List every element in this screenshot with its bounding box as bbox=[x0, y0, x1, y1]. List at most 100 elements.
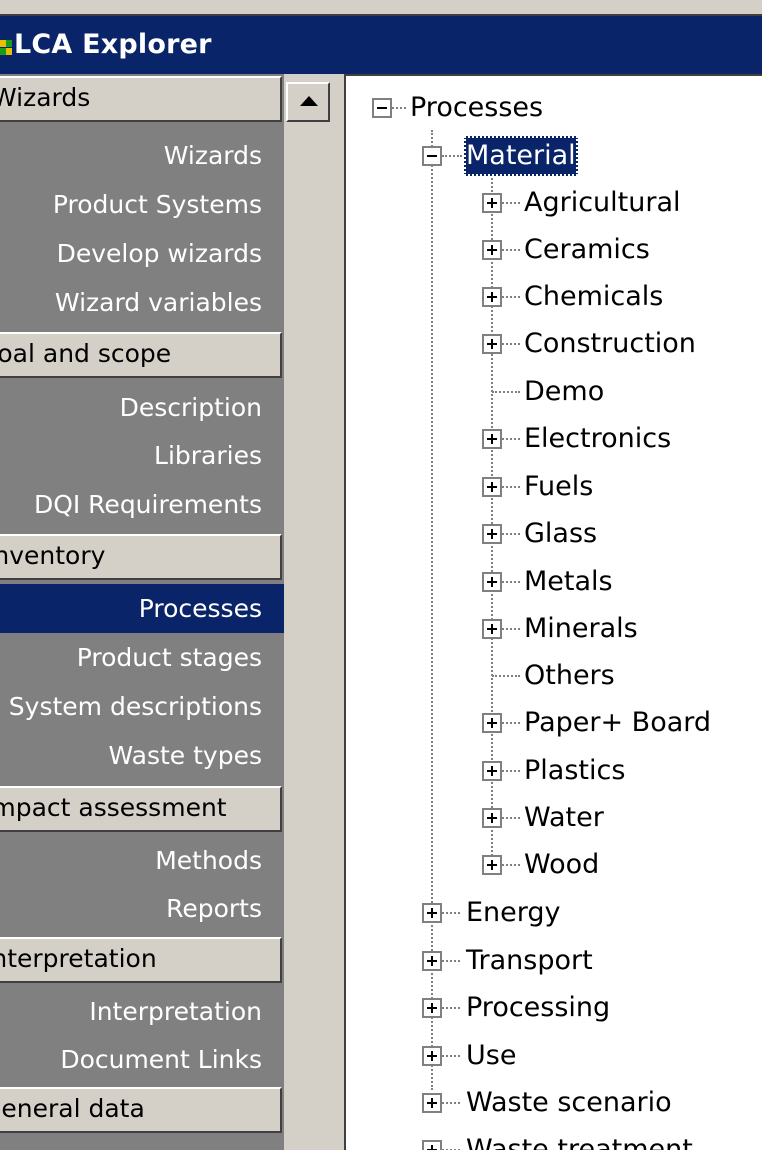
sidebar-item-product-systems[interactable]: Product Systems bbox=[0, 180, 284, 229]
expand-icon[interactable] bbox=[482, 477, 502, 497]
tree-node-use[interactable]: Use bbox=[346, 1036, 762, 1080]
tree-node-plastics[interactable]: Plastics bbox=[346, 751, 762, 795]
group-header-general-data[interactable]: General data bbox=[0, 1087, 282, 1133]
tree-node-energy[interactable]: Energy bbox=[346, 893, 762, 937]
sidebar-item-reports[interactable]: Reports bbox=[0, 884, 284, 933]
expand-icon[interactable] bbox=[482, 855, 502, 875]
tree-node-transport[interactable]: Transport bbox=[346, 941, 762, 985]
expand-icon[interactable] bbox=[482, 334, 502, 354]
tree-node-label: Minerals bbox=[524, 613, 638, 644]
tree-node-label: Glass bbox=[524, 518, 598, 549]
tree-node-label: Electronics bbox=[524, 423, 672, 454]
sidebar-item-wizard-variables[interactable]: Wizard variables bbox=[0, 278, 284, 327]
group-header-label: General data bbox=[0, 1094, 145, 1123]
tree-node-chemicals[interactable]: Chemicals bbox=[346, 277, 762, 321]
tree-node-label: Construction bbox=[524, 328, 696, 359]
tree-node-metals[interactable]: Metals bbox=[346, 562, 762, 606]
collapse-icon[interactable] bbox=[372, 98, 392, 118]
group-header-label: Goal and scope bbox=[0, 339, 172, 368]
sidebar-item-processes[interactable]: Processes bbox=[0, 584, 284, 633]
tree-node-agricultural[interactable]: Agricultural bbox=[346, 183, 762, 227]
tree-node-processing[interactable]: Processing bbox=[346, 988, 762, 1032]
tree-node-waste-scenario[interactable]: Waste scenario bbox=[346, 1083, 762, 1127]
sidebar-item-develop-wizards[interactable]: Develop wizards bbox=[0, 229, 284, 278]
expand-icon[interactable] bbox=[482, 713, 502, 733]
expand-icon[interactable] bbox=[422, 1140, 442, 1150]
tree-node-electronics[interactable]: Electronics bbox=[346, 419, 762, 463]
tree-node-material[interactable]: Material bbox=[346, 136, 762, 180]
expand-icon[interactable] bbox=[482, 524, 502, 544]
tree-node-processes[interactable]: Processes bbox=[346, 88, 762, 132]
window-frame-top bbox=[0, 0, 762, 16]
tree-node-demo[interactable]: Demo bbox=[346, 372, 762, 416]
expand-icon[interactable] bbox=[422, 951, 442, 971]
collapse-icon[interactable] bbox=[422, 146, 442, 166]
tree-node-label: Others bbox=[524, 660, 615, 691]
group-header-wizards[interactable]: Wizards bbox=[0, 76, 282, 122]
sidebar-item-libraries[interactable]: Libraries bbox=[0, 431, 284, 480]
app-icon bbox=[0, 40, 12, 56]
tree-node-label: Paper+ Board bbox=[524, 707, 712, 738]
tree-node-label: Use bbox=[466, 1040, 517, 1071]
expand-icon[interactable] bbox=[422, 1046, 442, 1066]
group-header-goal-and-scope[interactable]: Goal and scope bbox=[0, 332, 282, 378]
tree-node-label: Ceramics bbox=[524, 234, 650, 265]
expand-icon[interactable] bbox=[482, 619, 502, 639]
group-header-impact-assessment[interactable]: Impact assessment bbox=[0, 786, 282, 832]
sidebar-item-methods[interactable]: Methods bbox=[0, 836, 284, 885]
tree-node-wood[interactable]: Wood bbox=[346, 845, 762, 889]
group-header-inventory[interactable]: Inventory bbox=[0, 534, 282, 580]
expand-icon[interactable] bbox=[422, 1093, 442, 1113]
tree-node-label: Energy bbox=[466, 897, 561, 928]
expand-icon[interactable] bbox=[482, 240, 502, 260]
tree-node-waste-treatment[interactable]: Waste treatment bbox=[346, 1130, 762, 1150]
sidebar-item-description[interactable]: Description bbox=[0, 383, 284, 432]
title-bar[interactable]: LCA Explorer bbox=[0, 16, 762, 74]
scroll-up-button[interactable] bbox=[286, 82, 330, 122]
tree-node-glass[interactable]: Glass bbox=[346, 514, 762, 558]
group-header-label: Wizards bbox=[0, 83, 91, 112]
expand-icon[interactable] bbox=[482, 761, 502, 781]
tree-node-fuels[interactable]: Fuels bbox=[346, 467, 762, 511]
tree-node-label: Metals bbox=[524, 566, 613, 597]
tree-node-label: Processes bbox=[410, 92, 544, 123]
tree-node-label: Transport bbox=[466, 945, 593, 976]
tree-node-label: Waste scenario bbox=[466, 1087, 672, 1118]
expand-icon[interactable] bbox=[422, 998, 442, 1018]
expand-icon[interactable] bbox=[482, 572, 502, 592]
arrow-up-icon bbox=[300, 96, 318, 106]
sidebar-item-document-links[interactable]: Document Links bbox=[0, 1035, 284, 1084]
tree-node-label: Fuels bbox=[524, 471, 594, 502]
expand-icon[interactable] bbox=[422, 903, 442, 923]
tree-node-label: Material bbox=[464, 136, 578, 176]
tree-node-minerals[interactable]: Minerals bbox=[346, 609, 762, 653]
sidebar-item-system-descriptions[interactable]: System descriptions bbox=[0, 682, 284, 731]
window-title: LCA Explorer bbox=[14, 29, 212, 60]
sidebar-item-product-stages[interactable]: Product stages bbox=[0, 633, 284, 682]
tree-node-construction[interactable]: Construction bbox=[346, 324, 762, 368]
tree-node-label: Processing bbox=[466, 992, 611, 1023]
tree-node-ceramics[interactable]: Ceramics bbox=[346, 230, 762, 274]
tree-node-label: Chemicals bbox=[524, 281, 664, 312]
tree-node-label: Plastics bbox=[524, 755, 626, 786]
group-header-label: Impact assessment bbox=[0, 793, 227, 822]
panel-splitter[interactable] bbox=[332, 74, 344, 1150]
sidebar-item-interpretation[interactable]: Interpretation bbox=[0, 987, 284, 1036]
process-tree: Processes Material Agricultural Ceramics… bbox=[344, 74, 762, 1150]
tree-node-water[interactable]: Water bbox=[346, 798, 762, 842]
tree-node-label: Demo bbox=[524, 376, 605, 407]
expand-icon[interactable] bbox=[482, 429, 502, 449]
sidebar-scrollbar[interactable] bbox=[284, 74, 332, 1150]
sidebar-item-waste-types[interactable]: Waste types bbox=[0, 731, 284, 780]
scrollbar-track[interactable] bbox=[286, 122, 330, 1150]
tree-node-others[interactable]: Others bbox=[346, 656, 762, 700]
sidebar-item-wizards[interactable]: Wizards bbox=[0, 131, 284, 180]
expand-icon[interactable] bbox=[482, 193, 502, 213]
tree-node-paper-board[interactable]: Paper+ Board bbox=[346, 703, 762, 747]
tree-node-label: Water bbox=[524, 802, 604, 833]
expand-icon[interactable] bbox=[482, 808, 502, 828]
sidebar-item-dqi-requirements[interactable]: DQI Requirements bbox=[0, 480, 284, 529]
expand-icon[interactable] bbox=[482, 287, 502, 307]
group-header-label: Interpretation bbox=[0, 944, 157, 973]
group-header-interpretation[interactable]: Interpretation bbox=[0, 937, 282, 983]
